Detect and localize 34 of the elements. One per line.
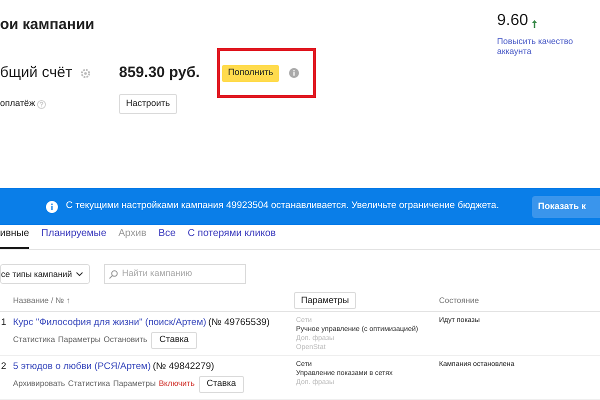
search-input[interactable]: Найти кампанию (122, 267, 242, 281)
column-header: Состояние (439, 294, 479, 306)
campaign-number: (№ 49842279) (152, 360, 214, 374)
row-number: 2 (0, 360, 8, 374)
page-title: ои кампании (0, 16, 96, 34)
action-link[interactable]: Остановить (104, 334, 148, 346)
quality-link[interactable]: Повысить качество аккаунта (497, 36, 577, 56)
topup-button[interactable]: Пополнить (222, 64, 280, 82)
search-field[interactable]: Найти кампанию (104, 264, 246, 284)
quality-score: 9.60 (497, 12, 528, 30)
banner-text: С текущими настройками кампания 49923504 останавливается. Увеличьте ограничение бюджета. (66, 199, 500, 214)
tab[interactable]: С потерями кликов (188, 226, 276, 249)
action-link[interactable]: Параметры (58, 334, 101, 346)
account-label: бщий счёт (0, 62, 74, 83)
campaign-type-dropdown[interactable]: се типы кампаний (0, 264, 90, 284)
tab[interactable]: Все (158, 226, 176, 249)
campaign-number: (№ 49765539) (208, 316, 270, 330)
tab[interactable]: ивные (0, 226, 30, 249)
campaign-link[interactable]: 5 этюдов о любви (РСЯ/Артем) (13, 360, 151, 374)
account-balance: 859.30 руб. (119, 62, 201, 83)
autopay-label: оплатёж (0, 97, 36, 110)
row-number: 1 (0, 316, 8, 330)
tab[interactable]: Планируемые (41, 226, 106, 249)
action-link[interactable]: Архивировать (13, 378, 66, 390)
bid-button[interactable]: Ставка (198, 376, 244, 392)
column-header[interactable]: Название / № ↑ (0, 294, 70, 306)
action-link[interactable]: Включить (158, 378, 195, 390)
action-link[interactable]: Параметры (113, 378, 156, 390)
setup-button[interactable]: Настроить (119, 94, 177, 114)
campaign-link[interactable]: Курс "Философия для жизни" (поиск/Артем) (13, 316, 206, 330)
action-link[interactable]: Статистика (68, 378, 110, 390)
bid-button[interactable]: Ставка (151, 332, 197, 348)
parameters-button[interactable]: Параметры (294, 292, 356, 309)
action-link[interactable]: Статистика (13, 334, 56, 346)
